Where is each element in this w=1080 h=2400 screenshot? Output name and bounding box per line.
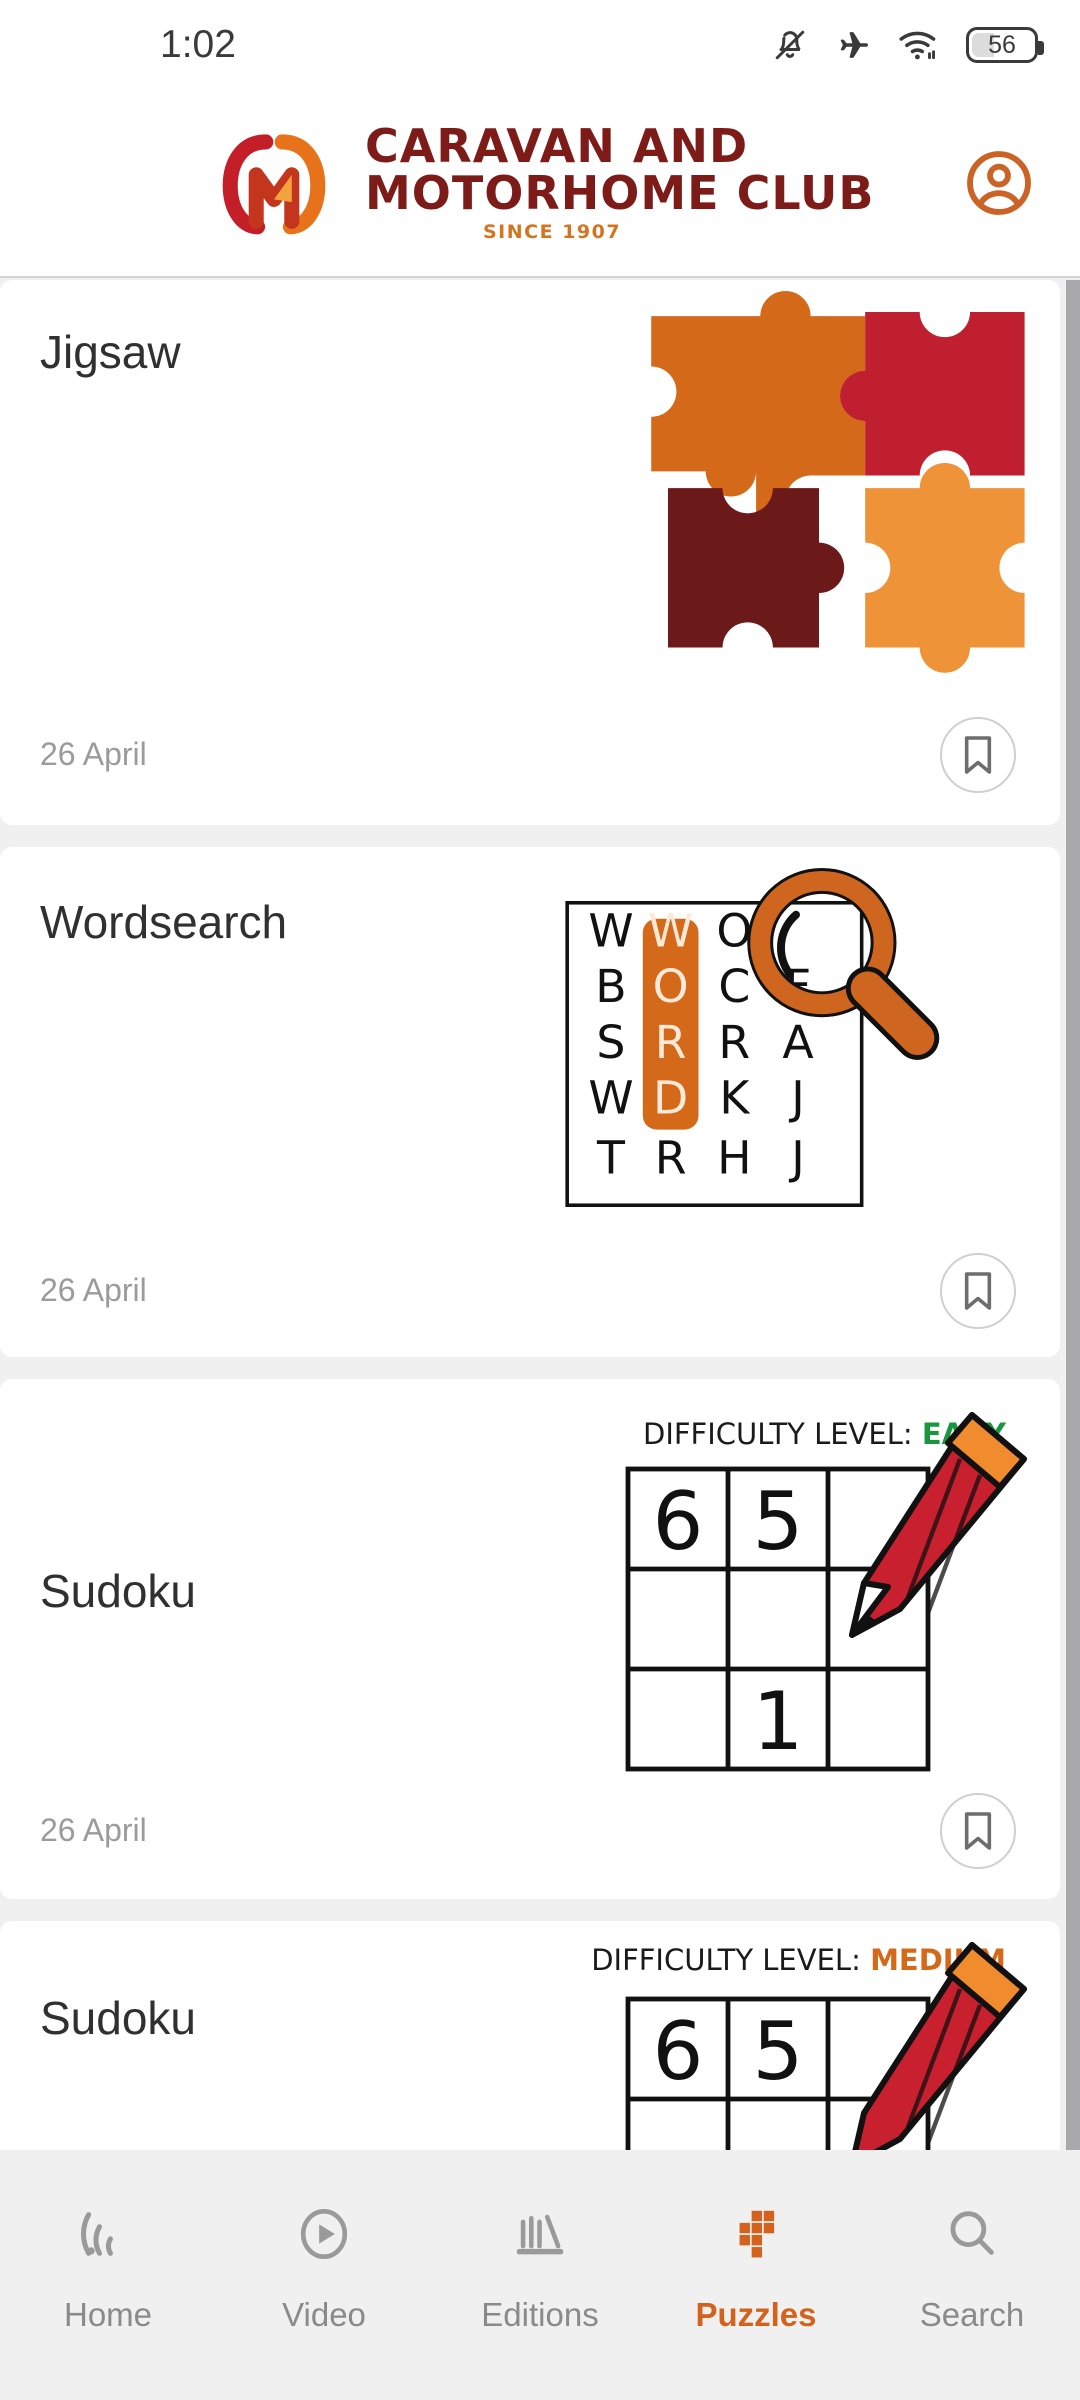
svg-text:6: 6	[653, 2005, 704, 2098]
nav-item-puzzles[interactable]: Puzzles	[656, 2202, 856, 2334]
svg-text:D: D	[653, 1072, 688, 1125]
battery-level: 56	[988, 30, 1016, 59]
svg-text:O: O	[716, 905, 752, 958]
svg-text:R: R	[718, 1016, 750, 1069]
svg-text:W: W	[588, 905, 633, 958]
logo-line-1: CARAVAN AND	[365, 118, 749, 173]
sudoku-illustration: 6 5	[625, 1942, 1027, 2150]
nav-item-editions[interactable]: Editions	[440, 2202, 640, 2334]
svg-text:B: B	[595, 960, 626, 1013]
vertical-scrollbar[interactable]	[1066, 280, 1080, 2150]
puzzle-card-sudoku-medium[interactable]: Sudoku DIFFICULTY LEVEL: MEDIUM 6 5	[0, 1921, 1060, 2150]
nav-item-home[interactable]: Home	[8, 2202, 208, 2334]
sudoku-illustration: 6 5 1	[625, 1412, 1027, 1772]
status-bar: 1:02 56	[0, 0, 1080, 90]
bookmark-icon	[964, 736, 992, 774]
nav-label: Search	[919, 2296, 1025, 2333]
nav-label: Editions	[481, 2296, 599, 2333]
puzzles-grid-icon	[727, 2202, 785, 2266]
status-bar-icons: 56	[772, 26, 1044, 64]
nav-label: Puzzles	[695, 2296, 817, 2333]
battery-icon: 56	[966, 27, 1044, 63]
card-date: 26 April	[40, 1272, 147, 1308]
bookmark-icon	[964, 1812, 992, 1850]
puzzles-list[interactable]: Jigsaw 26 April Wordsearch W W O B O C F…	[0, 280, 1080, 2150]
bookmark-button[interactable]	[940, 1253, 1016, 1329]
wordsearch-illustration: WWO BOCF SRRA WDKJ TRHJ	[565, 867, 940, 1208]
svg-text:6: 6	[653, 1475, 704, 1568]
caravan-club-mark-icon	[222, 134, 326, 235]
editions-icon	[511, 2202, 569, 2266]
bookmark-icon	[964, 1272, 992, 1310]
svg-text:J: J	[788, 1131, 805, 1184]
status-bar-clock: 1:02	[160, 23, 236, 66]
svg-text:S: S	[596, 1016, 625, 1069]
card-title: Sudoku	[40, 1992, 197, 2044]
account-circle-icon	[967, 151, 1031, 215]
bookmark-button[interactable]	[940, 717, 1016, 793]
puzzle-card-wordsearch[interactable]: Wordsearch WWO BOCF SRRA WDKJ T R H J 26…	[0, 847, 1060, 1357]
svg-text:A: A	[782, 1016, 813, 1069]
brand-logo[interactable]: CARAVAN AND MOTORHOME CLUB SINCE 1907	[205, 118, 875, 244]
card-title: Jigsaw	[40, 326, 181, 378]
svg-text:R: R	[655, 1016, 687, 1069]
nav-item-search[interactable]: Search	[872, 2202, 1072, 2334]
puzzle-card-jigsaw[interactable]: Jigsaw 26 April	[0, 280, 1060, 825]
card-title: Wordsearch	[40, 896, 288, 948]
svg-text:1: 1	[753, 1675, 804, 1768]
rss-icon	[79, 2202, 137, 2266]
bottom-navigation: Home Video Editions Puzzles Search	[0, 2150, 1080, 2400]
svg-text:C: C	[718, 960, 750, 1013]
nav-label: Home	[63, 2296, 153, 2333]
app-root: 1:02 56 CARAVAN AND MOTORHOME CLUB SINCE…	[0, 0, 1080, 2400]
svg-text:K: K	[719, 1072, 750, 1125]
svg-text:5: 5	[753, 1475, 804, 1568]
bookmark-button[interactable]	[940, 1793, 1016, 1869]
svg-text:T: T	[596, 1131, 626, 1184]
nav-item-video[interactable]: Video	[224, 2202, 424, 2334]
svg-text:W: W	[648, 905, 693, 958]
svg-text:H: H	[717, 1131, 751, 1184]
airplane-mode-icon	[834, 26, 872, 64]
account-button[interactable]	[962, 146, 1036, 220]
play-circle-icon	[295, 2202, 353, 2266]
logo-line-2: MOTORHOME CLUB	[365, 165, 875, 220]
app-header: CARAVAN AND MOTORHOME CLUB SINCE 1907	[0, 90, 1080, 278]
puzzle-card-sudoku-easy[interactable]: Sudoku DIFFICULTY LEVEL: EASY 6 5	[0, 1379, 1060, 1899]
svg-text:O: O	[653, 960, 689, 1013]
svg-text:J: J	[788, 1072, 805, 1125]
search-icon	[943, 2202, 1001, 2266]
logo-since-text: SINCE 1907	[483, 221, 622, 244]
jigsaw-illustration	[651, 290, 1025, 673]
card-title: Sudoku	[40, 1565, 197, 1617]
card-date: 26 April	[40, 1812, 147, 1848]
svg-text:5: 5	[753, 2005, 804, 2098]
nav-label: Video	[282, 2296, 366, 2333]
bell-off-icon	[772, 26, 808, 64]
svg-text:R: R	[655, 1131, 687, 1184]
svg-text:W: W	[588, 1072, 633, 1125]
wifi-icon	[898, 27, 940, 63]
card-date: 26 April	[40, 736, 147, 772]
